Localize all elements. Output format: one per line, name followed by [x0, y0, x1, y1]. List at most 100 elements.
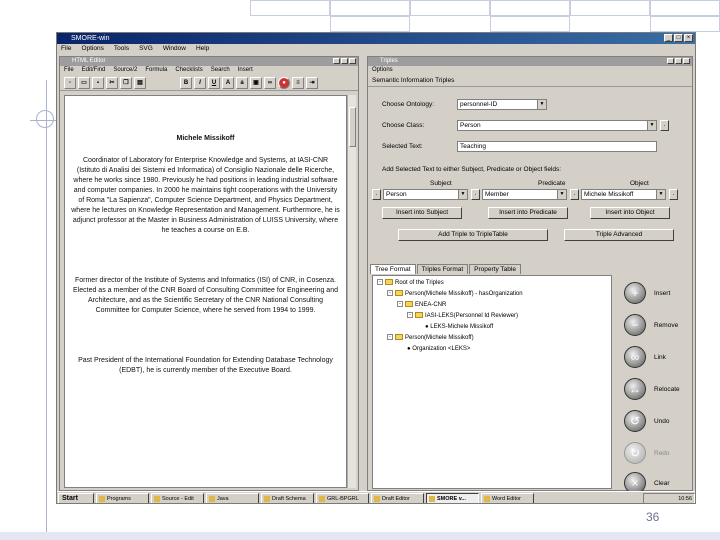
link-action-button[interactable]: ∞ Link	[616, 341, 690, 373]
predicate-clear-button[interactable]: .	[471, 189, 480, 200]
class-select[interactable]: Person ▼	[457, 120, 657, 131]
triples-menu-options[interactable]: Options	[372, 66, 393, 75]
open-icon[interactable]: ▭	[78, 76, 90, 89]
editor-maximize-button[interactable]	[341, 58, 348, 64]
cut-icon[interactable]: ✂	[106, 76, 118, 89]
object-select[interactable]: Michele Missikoff ▼	[581, 189, 666, 200]
subject-select[interactable]: Person ▼	[383, 189, 468, 200]
editor-menu-item[interactable]: Formula	[145, 66, 167, 75]
subject-column-label: Subject	[430, 180, 452, 187]
image-icon[interactable]: ▣	[250, 76, 262, 89]
insert-action-button[interactable]: + Insert	[616, 277, 690, 309]
triples-title: Triples	[380, 58, 398, 64]
tree-node[interactable]: - Person(Michele Missikoff)	[377, 333, 607, 344]
indent-icon[interactable]: ⇥	[306, 76, 318, 89]
underline-icon[interactable]: U	[208, 76, 220, 89]
taskbar-item[interactable]: Word Editor	[481, 492, 534, 503]
undo-action-button[interactable]: ↺ Undo	[616, 405, 690, 437]
tree-node[interactable]: ● Organization <LEKS>	[377, 344, 607, 355]
predicate-select[interactable]: Member ▼	[482, 189, 567, 200]
new-icon[interactable]: ▫	[64, 76, 76, 89]
stop-icon[interactable]: ●	[278, 76, 290, 89]
tree-node[interactable]: ● LEKS-Michele Missikoff	[377, 322, 607, 333]
tab-property-table[interactable]: Property Table	[469, 264, 521, 274]
taskbar-item[interactable]: Draft Editor	[371, 492, 424, 503]
list-icon[interactable]: ≡	[292, 76, 304, 89]
menu-svg[interactable]: SVG	[139, 44, 153, 54]
triples-window: Triples Options Semantic Information Tri…	[367, 56, 693, 494]
save-icon[interactable]: ▪	[92, 76, 104, 89]
minimize-button[interactable]: _	[664, 34, 673, 42]
editor-menu-item[interactable]: Search	[211, 66, 230, 75]
tree-node[interactable]: - IASI-LEKS(Personnel Id Reviewer)	[377, 311, 607, 322]
editor-close-button[interactable]	[349, 58, 356, 64]
slide-page-number: 36	[646, 510, 660, 524]
taskbar-item-active[interactable]: SMORE v...	[426, 492, 479, 503]
redo-action-button[interactable]: ↻ Redo	[616, 437, 690, 469]
tab-triples-format[interactable]: Triples Format	[416, 264, 469, 274]
bold-icon[interactable]: B	[180, 76, 192, 89]
object-more-button[interactable]: .	[669, 189, 678, 200]
editor-scrollbar-thumb[interactable]	[349, 107, 356, 147]
plus-icon: +	[624, 282, 646, 304]
tab-tree-format[interactable]: Tree Format	[370, 264, 416, 274]
editor-menu-item[interactable]: Insert	[238, 66, 253, 75]
menu-file[interactable]: File	[61, 44, 71, 54]
app-title: SMORE-win	[71, 35, 110, 42]
taskbar-item[interactable]: Java	[206, 492, 259, 503]
close-button[interactable]: ×	[684, 34, 693, 42]
menu-help[interactable]: Help	[196, 44, 209, 54]
editor-menu-item[interactable]: Source/2	[113, 66, 137, 75]
system-tray-clock[interactable]: 10:56	[643, 493, 695, 503]
editor-menu-item[interactable]: Edit/Find	[82, 66, 106, 75]
triples-tree[interactable]: - Root of the Triples - Person(Michele Mis…	[372, 275, 612, 489]
triples-close-button[interactable]	[683, 58, 690, 64]
collapse-icon[interactable]: -	[397, 301, 403, 308]
add-triple-button[interactable]: Add Triple to TripleTable	[398, 229, 548, 241]
object-clear-button[interactable]: .	[570, 189, 579, 200]
class-more-button[interactable]: .	[660, 120, 669, 131]
menu-tools[interactable]: Tools	[114, 44, 129, 54]
selected-text-field[interactable]: Teaching	[457, 141, 657, 152]
insert-subject-button[interactable]: Insert into Subject	[382, 207, 462, 219]
editor-minimize-button[interactable]	[333, 58, 340, 64]
collapse-icon[interactable]: -	[387, 290, 393, 297]
menu-window[interactable]: Window	[163, 44, 186, 54]
insert-object-button[interactable]: Insert into Object	[590, 207, 670, 219]
editor-scrollbar[interactable]	[347, 95, 356, 488]
taskbar-item[interactable]: Draft Schema	[261, 492, 314, 503]
tree-node[interactable]: - Root of the Triples	[377, 278, 607, 289]
font-larger-icon[interactable]: A	[222, 76, 234, 89]
ontology-select[interactable]: personnel-ID ▼	[457, 99, 547, 110]
ontology-value: personnel-ID	[460, 101, 498, 108]
subject-clear-button[interactable]: .	[372, 189, 381, 200]
editor-document[interactable]: Michele Missikoff Coordinator of Laborat…	[64, 95, 347, 488]
triples-minimize-button[interactable]	[667, 58, 674, 64]
collapse-icon[interactable]: -	[377, 279, 383, 286]
start-button[interactable]: Start	[58, 492, 94, 503]
editor-menu-item[interactable]: File	[64, 66, 74, 75]
italic-icon[interactable]: I	[194, 76, 206, 89]
collapse-icon[interactable]: -	[387, 334, 393, 341]
object-value: Michele Missikoff	[584, 191, 634, 198]
link-icon[interactable]: ∞	[264, 76, 276, 89]
tree-node[interactable]: - ENEA-CNR	[377, 300, 607, 311]
insert-predicate-button[interactable]: Insert into Predicate	[488, 207, 568, 219]
editor-menu-item[interactable]: Checklists	[175, 66, 202, 75]
paste-icon[interactable]: ▤	[134, 76, 146, 89]
tree-node[interactable]: - Person(Michele Missikoff) - hasOrganiza…	[377, 289, 607, 300]
redo-icon: ↻	[624, 442, 646, 464]
font-smaller-icon[interactable]: a	[236, 76, 248, 89]
triples-maximize-button[interactable]	[675, 58, 682, 64]
taskbar-item[interactable]: Programs	[96, 492, 149, 503]
copy-icon[interactable]: ❐	[120, 76, 132, 89]
menu-options[interactable]: Options	[81, 44, 103, 54]
taskbar-item[interactable]: Source - Edit	[151, 492, 204, 503]
collapse-icon[interactable]: -	[407, 312, 413, 319]
triple-advanced-button[interactable]: Triple Advanced	[564, 229, 674, 241]
selected-text-label: Selected Text:	[382, 143, 423, 150]
relocate-action-button[interactable]: ↔ Relocate	[616, 373, 690, 405]
taskbar-item[interactable]: GRL-BPGRL	[316, 492, 369, 503]
remove-action-button[interactable]: − Remove	[616, 309, 690, 341]
maximize-button[interactable]: □	[674, 34, 683, 42]
